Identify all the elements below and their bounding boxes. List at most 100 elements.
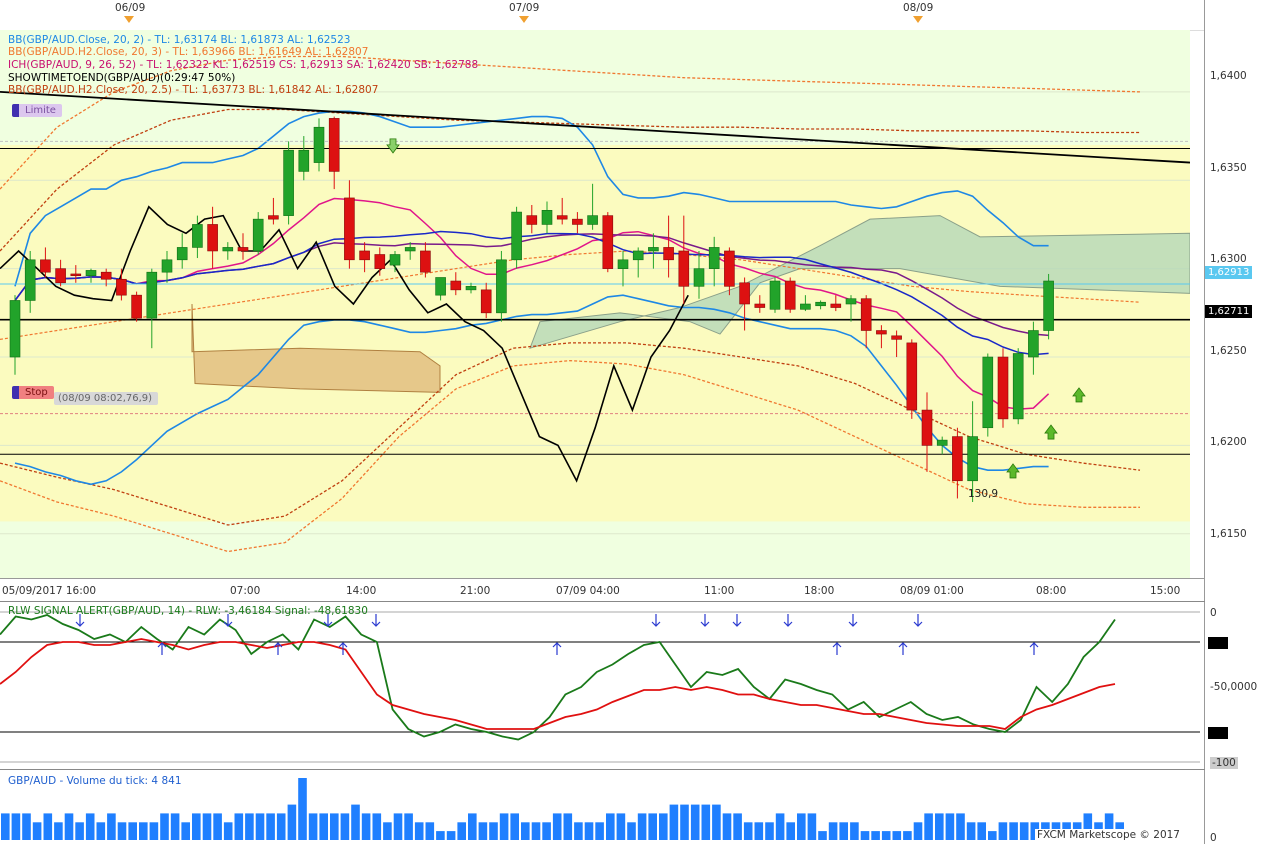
volume-bar <box>468 813 477 840</box>
candle <box>40 259 51 273</box>
volume-bar <box>436 831 445 840</box>
rlw-axis-label: -100 <box>1210 757 1238 769</box>
candle <box>617 259 629 269</box>
price-axis-label: 1,6400 <box>1210 70 1247 82</box>
time-axis-label: 05/09/2017 16:00 <box>2 585 97 597</box>
volume-bar <box>807 813 817 840</box>
band-highlight <box>0 144 1190 522</box>
volume-bar <box>828 822 838 840</box>
candle <box>724 250 735 287</box>
price-axis-label: 1,6250 <box>1210 345 1247 357</box>
volume-bar <box>1 813 10 840</box>
time-axis-label: 18:00 <box>804 585 835 597</box>
header-date-3: 08/09 <box>903 2 934 14</box>
time-axis: 05/09/2017 16:00 07:00 14:00 21:00 07/09… <box>0 578 1205 603</box>
volume-bar <box>32 822 42 840</box>
price-axis-label: 1,6200 <box>1210 436 1247 448</box>
candle <box>572 218 583 225</box>
candle <box>982 356 994 429</box>
stop-order-badge[interactable]: Stop <box>12 386 54 399</box>
volume-bar <box>924 813 933 840</box>
limit-order-badge[interactable]: Limite <box>12 104 62 117</box>
candle <box>404 247 416 252</box>
candle <box>1043 280 1054 331</box>
candle <box>800 303 811 310</box>
volume-bar <box>648 813 657 840</box>
rlw-axis-label: -50,0000 <box>1210 681 1258 693</box>
header-date-strip: 06/09 07/09 08/09 <box>0 0 1205 31</box>
volume-bar <box>287 804 297 840</box>
price-chart[interactable] <box>0 30 1190 578</box>
candle <box>1028 330 1039 358</box>
pane-divider <box>0 601 1205 602</box>
volume-bar <box>542 822 551 840</box>
volume-bar <box>998 822 1008 840</box>
candle <box>845 298 857 305</box>
volume-bar <box>489 822 498 840</box>
candle <box>100 271 112 280</box>
time-axis-label: 21:00 <box>460 585 491 597</box>
volume-bar <box>372 813 382 840</box>
volume-bar <box>361 813 371 840</box>
volume-bar <box>414 822 424 840</box>
volume-bar <box>977 822 986 840</box>
candle <box>161 259 173 273</box>
candle <box>420 250 431 273</box>
volume-bar <box>892 831 902 840</box>
candle <box>708 247 720 269</box>
time-axis-label: 08/09 01:00 <box>900 585 964 597</box>
volume-bar <box>775 813 785 840</box>
candle <box>556 215 568 220</box>
time-axis-label: 08:00 <box>1036 585 1067 597</box>
volume-bar <box>319 813 328 840</box>
volume-bar <box>117 822 127 840</box>
volume-bar <box>96 822 106 840</box>
candle <box>389 254 401 266</box>
legend-bb-h2-20-2-5: BB(GBP/AUD.H2.Close, 20, 2.5) - TL: 1,63… <box>8 84 379 96</box>
rlw-indicator-chart[interactable] <box>0 602 1200 767</box>
volume-bar <box>11 813 21 840</box>
volume-bar <box>213 813 222 840</box>
candle <box>222 247 234 252</box>
candle <box>815 301 826 307</box>
time-axis-label: 15:00 <box>1150 585 1181 597</box>
rlw-title: RLW SIGNAL ALERT(GBP/AUD, 14) - RLW: -3,… <box>8 605 368 617</box>
volume-bar <box>903 831 912 840</box>
volume-bar <box>181 822 190 840</box>
candle <box>921 409 933 446</box>
volume-bar <box>966 822 976 840</box>
pane-divider <box>0 769 1205 770</box>
volume-bar <box>616 813 626 840</box>
volume-bar <box>404 813 413 840</box>
candle <box>906 342 918 411</box>
volume-bar <box>351 804 360 840</box>
candle <box>784 280 796 310</box>
volume-bar <box>881 831 891 840</box>
volume-bar <box>552 813 562 840</box>
volume-bar <box>266 813 275 840</box>
volume-bar <box>22 813 31 840</box>
current-price-box: 1,62913 <box>1205 266 1253 279</box>
candle <box>663 247 674 261</box>
volume-bar <box>308 813 318 840</box>
volume-bar <box>669 804 679 840</box>
candle <box>252 218 264 252</box>
right-axis-divider <box>1204 0 1205 844</box>
volume-bar <box>754 822 764 840</box>
legend-bb-h2-20-3: BB(GBP/AUD.H2.Close, 20, 3) - TL: 1,6396… <box>8 46 369 58</box>
volume-bar <box>935 813 944 840</box>
volume-bar <box>786 822 795 840</box>
price-axis-label: 1,6350 <box>1210 162 1247 174</box>
volume-bar <box>128 822 137 840</box>
rlw-marker-upper <box>1208 637 1228 649</box>
volume-axis-label: 0 <box>1210 832 1217 844</box>
volume-bar <box>563 813 573 840</box>
volume-bar <box>276 813 286 840</box>
candle <box>146 271 158 319</box>
volume-bar <box>202 813 212 840</box>
volume-bar <box>722 813 732 840</box>
volume-bar <box>64 813 74 840</box>
copyright-label: FXCM Marketscope © 2017 <box>1035 829 1182 841</box>
volume-bar <box>701 804 711 840</box>
volume-bar <box>690 804 700 840</box>
